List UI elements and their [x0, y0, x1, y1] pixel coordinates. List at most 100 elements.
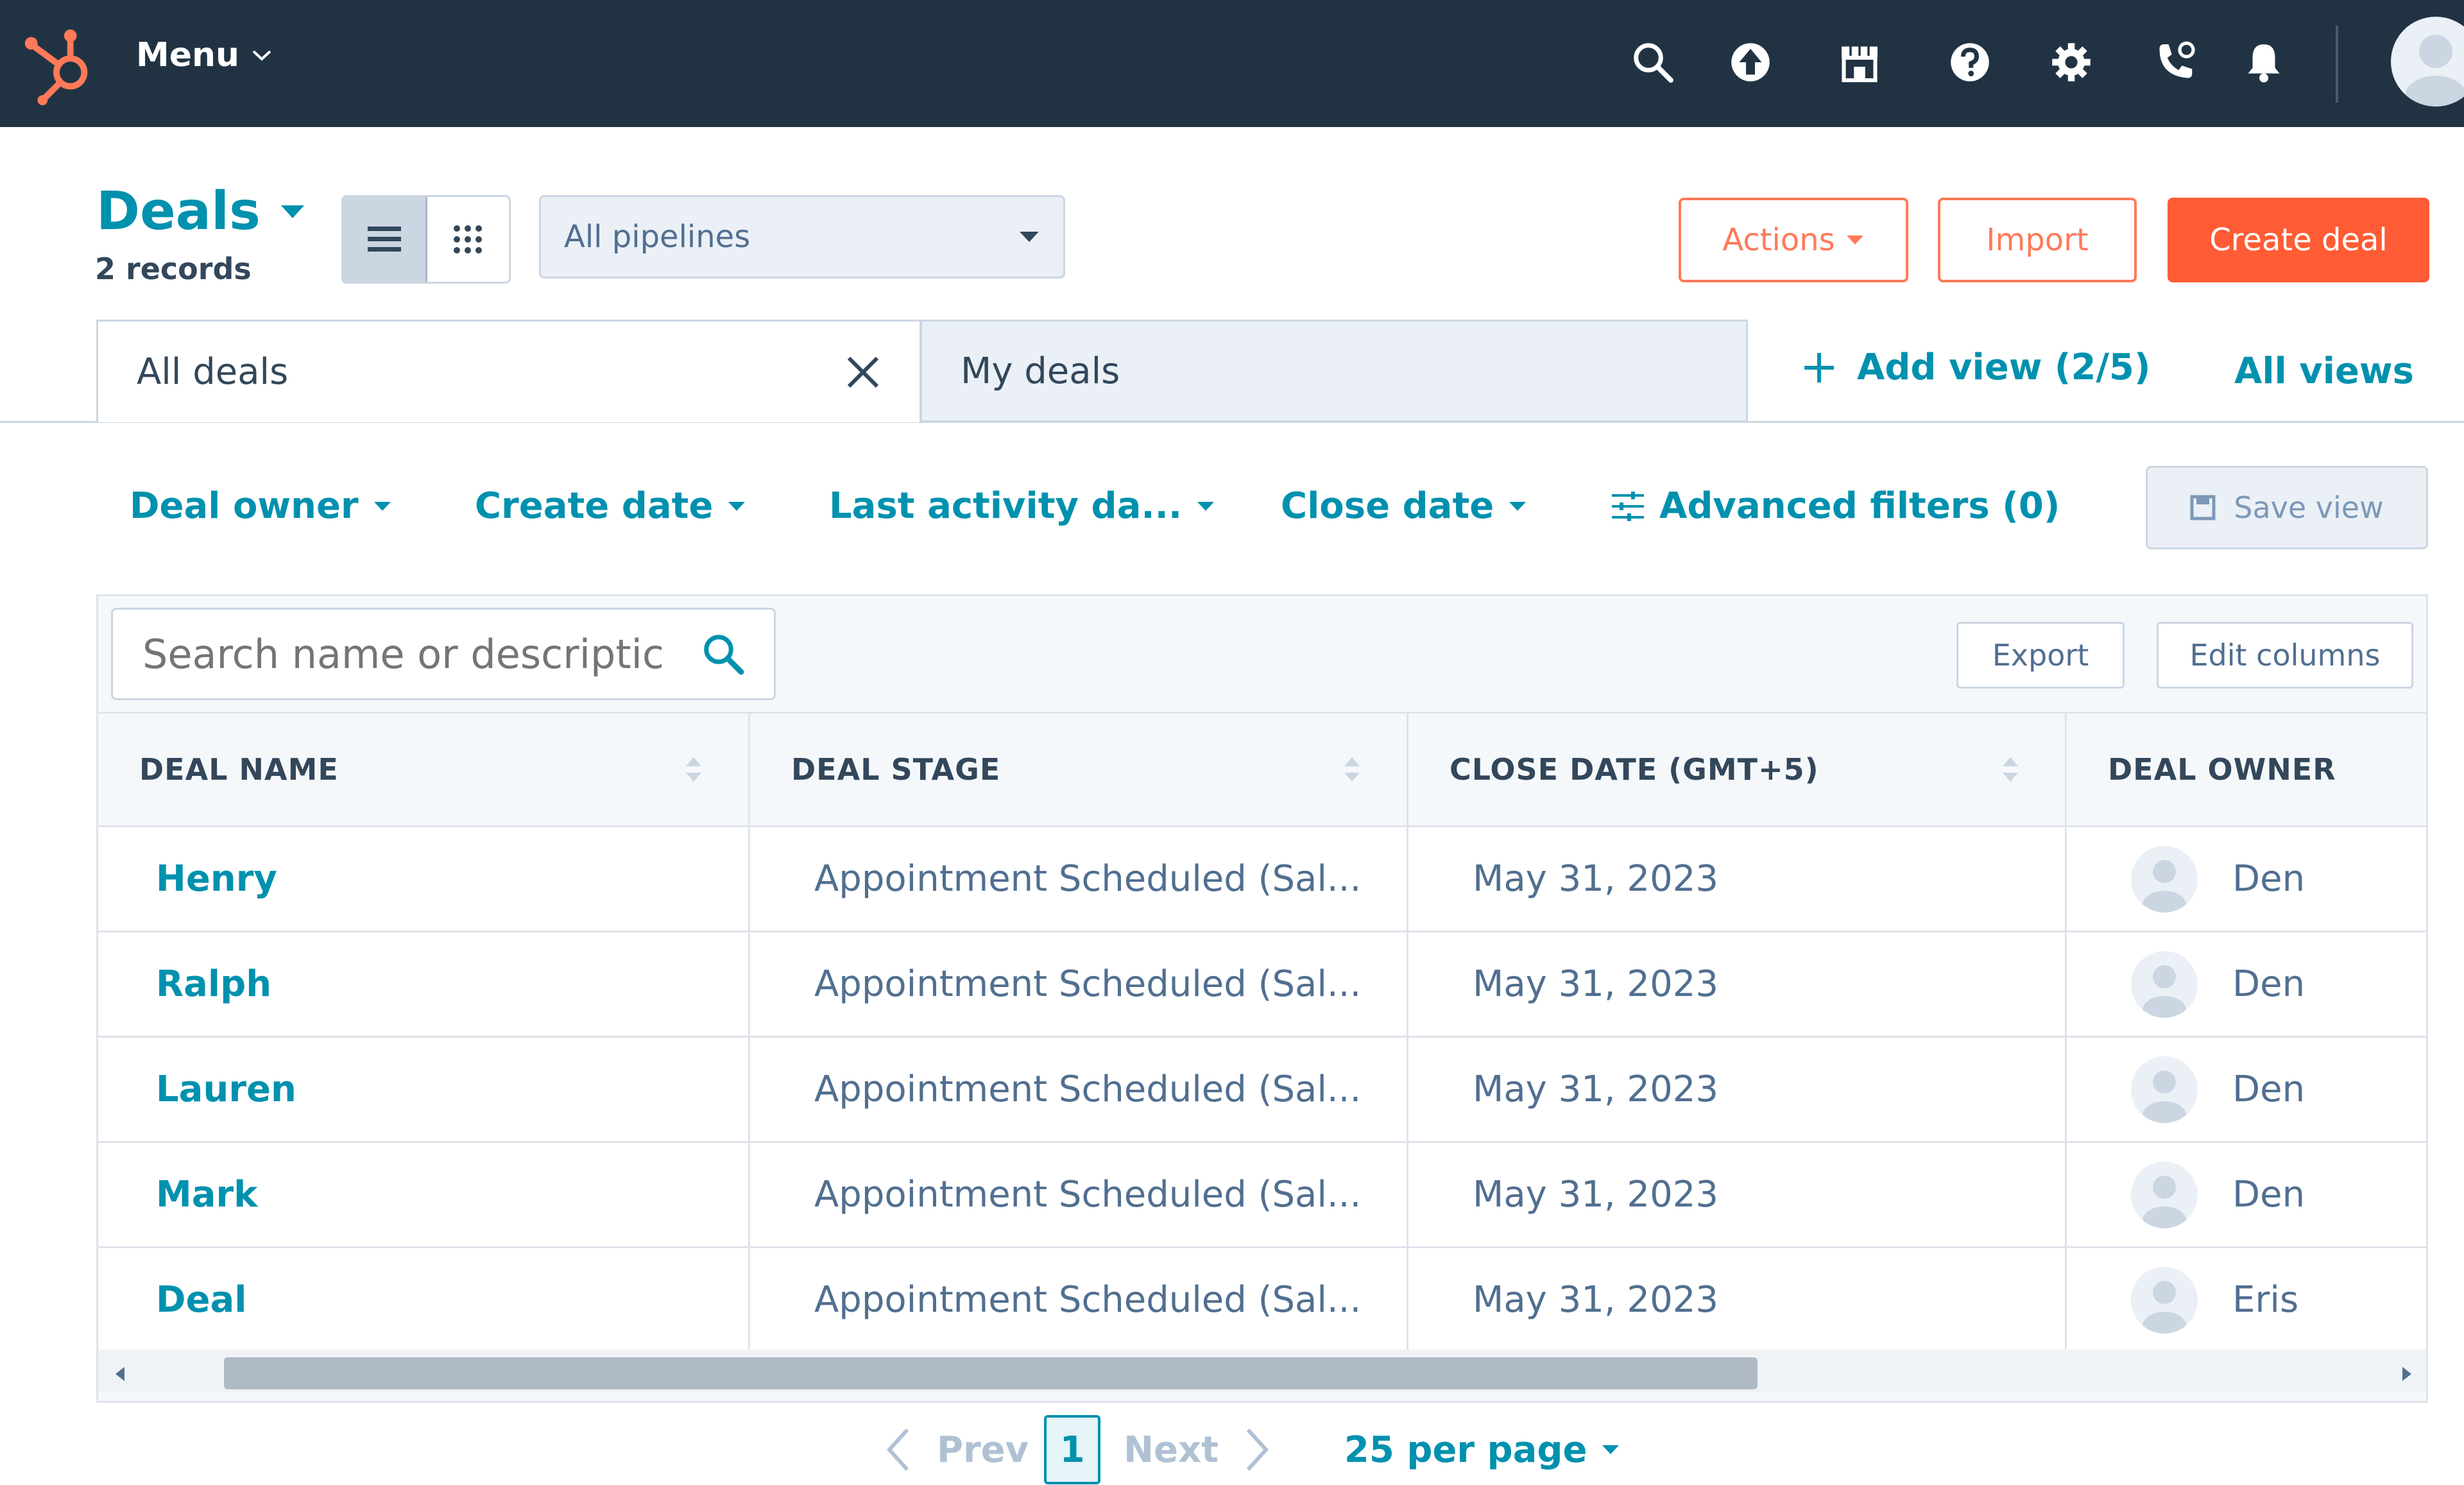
close-date-cell: May 31, 2023	[1408, 827, 2067, 931]
deal-stage-cell: Appointment Scheduled (Sal...	[750, 1038, 1408, 1141]
deal-owner-cell: Den	[2067, 827, 2426, 931]
deal-name-link[interactable]: Ralph	[98, 963, 271, 1005]
caret-down-icon	[1197, 501, 1215, 511]
pipeline-select[interactable]: All pipelines	[539, 195, 1065, 279]
filter-label: Deal owner	[130, 485, 359, 527]
caret-down-icon	[1020, 232, 1039, 242]
grid-icon	[454, 225, 483, 253]
filter-last-activity-date[interactable]: Last activity da...	[829, 485, 1215, 527]
save-view-label: Save view	[2234, 490, 2384, 525]
owner-name: Eris	[2232, 1279, 2299, 1321]
prev-page-button[interactable]: Prev	[886, 1427, 1029, 1472]
avatar	[2131, 1266, 2198, 1334]
view-toggle	[341, 195, 511, 284]
chevron-left-icon	[886, 1428, 909, 1472]
search-input[interactable]	[141, 630, 688, 678]
filter-create-date[interactable]: Create date	[475, 485, 746, 527]
table-row: Mark Appointment Scheduled (Sal... May 3…	[98, 1143, 2426, 1248]
chevron-down-icon	[252, 50, 271, 61]
notifications-icon[interactable]	[2238, 33, 2289, 91]
actions-button[interactable]: Actions	[1679, 198, 1908, 282]
deal-name-link[interactable]: Deal	[98, 1279, 246, 1321]
tab-my-deals[interactable]: My deals	[920, 320, 1748, 422]
per-page-select[interactable]: 25 per page	[1344, 1429, 1621, 1471]
avatar	[2131, 845, 2198, 913]
tab-label: My deals	[961, 350, 1120, 392]
hubspot-logo-icon[interactable]	[19, 22, 96, 105]
caret-down-icon	[373, 501, 391, 511]
help-icon[interactable]	[1944, 33, 1996, 91]
horizontal-scrollbar[interactable]	[98, 1350, 2426, 1392]
save-view-button[interactable]: Save view	[2146, 466, 2428, 549]
column-header-deal-name[interactable]: DEAL NAME	[98, 714, 750, 825]
owner-name: Den	[2232, 858, 2306, 900]
page-number-button[interactable]: 1	[1044, 1415, 1101, 1484]
scroll-right-arrow-icon[interactable]	[2394, 1361, 2420, 1387]
search-icon[interactable]	[1627, 33, 1679, 91]
marketplace-icon[interactable]	[1834, 33, 1885, 91]
edit-columns-button[interactable]: Edit columns	[2157, 622, 2413, 689]
caret-down-icon	[1602, 1445, 1620, 1454]
settings-icon[interactable]	[2046, 33, 2097, 91]
plus-icon	[1804, 352, 1834, 382]
all-views-link[interactable]: All views	[2234, 350, 2414, 392]
sort-icon[interactable]	[685, 757, 702, 782]
export-button[interactable]: Export	[1956, 622, 2125, 689]
deal-stage-cell: Appointment Scheduled (Sal...	[750, 827, 1408, 931]
add-view-button[interactable]: Add view (2/5)	[1803, 347, 2151, 388]
close-date-cell: May 31, 2023	[1408, 1143, 2067, 1246]
filter-deal-owner[interactable]: Deal owner	[130, 485, 392, 527]
column-header-label: DEAL OWNER	[2108, 752, 2336, 787]
board-view-button[interactable]	[427, 197, 509, 282]
pipeline-select-value: All pipelines	[564, 219, 751, 255]
next-page-button[interactable]: Next	[1124, 1427, 1270, 1472]
filter-label: Close date	[1281, 485, 1494, 527]
deal-owner-cell: Den	[2067, 932, 2426, 1036]
column-header-close-date[interactable]: CLOSE DATE (GMT+5)	[1408, 714, 2067, 825]
import-button[interactable]: Import	[1938, 198, 2137, 282]
deal-name-link[interactable]: Henry	[98, 858, 277, 900]
sort-icon[interactable]	[2002, 757, 2019, 782]
table-row: Lauren Appointment Scheduled (Sal... May…	[98, 1038, 2426, 1143]
table-header-row: DEAL NAME DEAL STAGE CLOSE DATE (GMT+5) …	[98, 712, 2426, 827]
main-menu-button[interactable]: Menu	[136, 36, 273, 74]
advanced-filters-button[interactable]: Advanced filters (0)	[1611, 485, 2060, 527]
deals-title-dropdown[interactable]: Deals	[96, 181, 305, 242]
deal-owner-cell: Eris	[2067, 1248, 2426, 1352]
column-header-deal-owner[interactable]: DEAL OWNER	[2067, 714, 2426, 825]
create-deal-button[interactable]: Create deal	[2168, 198, 2429, 282]
list-view-button[interactable]	[343, 197, 427, 282]
advanced-filters-label: Advanced filters (0)	[1659, 485, 2060, 527]
tab-all-deals[interactable]: All deals	[96, 320, 921, 422]
deal-stage-cell: Appointment Scheduled (Sal...	[750, 1248, 1408, 1352]
sort-icon[interactable]	[1344, 757, 1360, 782]
filter-label: Create date	[475, 485, 714, 527]
sliders-icon	[1612, 491, 1644, 521]
scrollbar-thumb[interactable]	[224, 1357, 1758, 1389]
search-icon[interactable]	[701, 631, 746, 676]
column-header-label: DEAL NAME	[139, 752, 339, 787]
filter-close-date[interactable]: Close date	[1281, 485, 1527, 527]
owner-name: Den	[2232, 1174, 2306, 1215]
search-box	[111, 608, 776, 700]
deal-owner-cell: Den	[2067, 1143, 2426, 1246]
column-header-label: DEAL STAGE	[791, 752, 1001, 787]
user-avatar[interactable]	[2391, 17, 2464, 107]
avatar	[2131, 950, 2198, 1018]
owner-name: Den	[2232, 963, 2306, 1005]
tab-label: All deals	[137, 351, 289, 393]
upgrade-icon[interactable]	[1725, 33, 1776, 91]
list-icon	[367, 227, 401, 252]
deals-table: DEAL NAME DEAL STAGE CLOSE DATE (GMT+5) …	[98, 712, 2426, 1353]
menu-label: Menu	[136, 36, 240, 74]
owner-name: Den	[2232, 1069, 2306, 1110]
scroll-left-arrow-icon[interactable]	[107, 1361, 133, 1387]
deal-name-link[interactable]: Mark	[98, 1174, 257, 1215]
deal-name-link[interactable]: Lauren	[98, 1069, 296, 1110]
close-icon[interactable]	[845, 354, 881, 390]
calling-icon[interactable]	[2150, 33, 2201, 91]
actions-label: Actions	[1722, 222, 1835, 258]
caret-down-icon	[728, 501, 746, 511]
deals-table-panel: Export Edit columns DEAL NAME DEAL STAGE…	[96, 594, 2428, 1403]
column-header-deal-stage[interactable]: DEAL STAGE	[750, 714, 1408, 825]
